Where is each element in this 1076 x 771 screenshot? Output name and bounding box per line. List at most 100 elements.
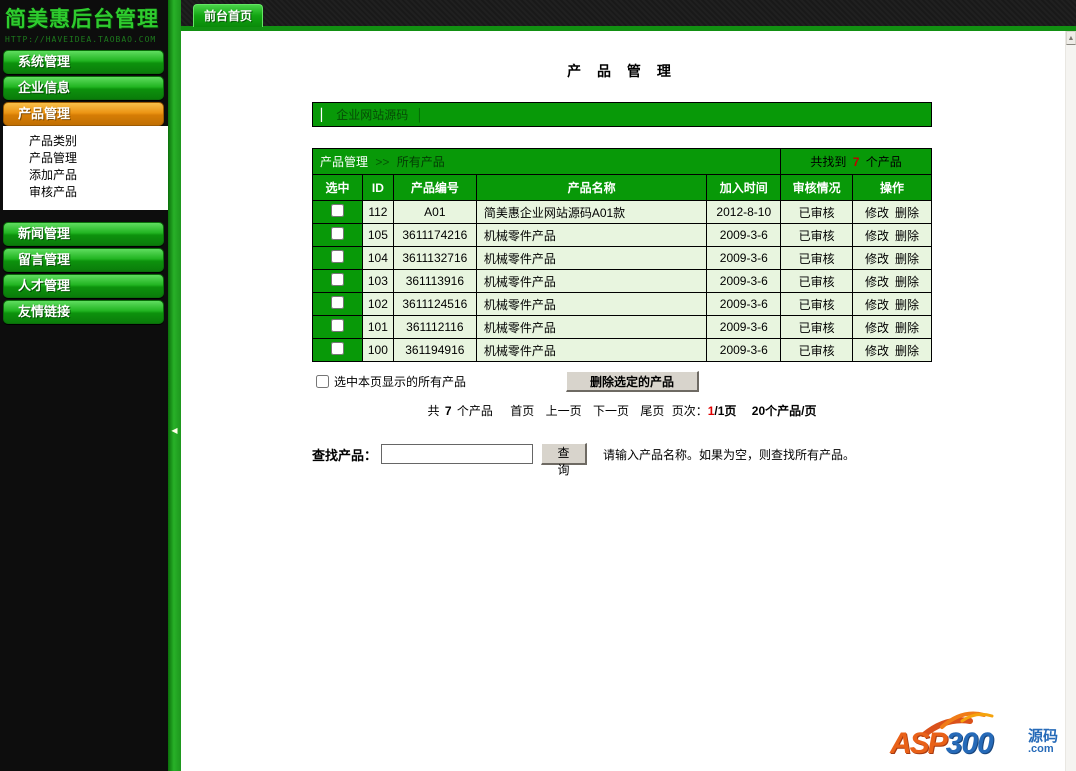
sidebar-item-messages[interactable]: 留言管理 <box>3 248 164 272</box>
row-name: 机械零件产品 <box>475 246 708 270</box>
col-status: 审核情况 <box>780 174 854 201</box>
row-name: 机械零件产品 <box>475 292 708 316</box>
sidebar-item-products[interactable]: 产品管理 <box>3 102 164 126</box>
delete-link[interactable]: 删除 <box>895 275 919 289</box>
total-prefix: 共 <box>427 404 440 418</box>
row-id: 101 <box>361 315 394 339</box>
search-button[interactable]: 查 询 <box>541 443 588 477</box>
table-header-row: 选中 ID 产品编号 产品名称 加入时间 审核情况 操作 <box>312 174 932 201</box>
table-row: 102 3611124516 机械零件产品 2009-3-6 已审核 修改 删除 <box>312 292 932 316</box>
row-checkbox[interactable] <box>330 319 344 332</box>
found-count: 7 <box>852 155 860 169</box>
edit-link[interactable]: 修改 <box>865 275 889 289</box>
select-all-checkbox[interactable] <box>316 375 329 388</box>
row-checkbox[interactable] <box>330 342 344 355</box>
collapse-sidebar-arrow-icon[interactable]: ◀ <box>169 424 180 438</box>
row-name: 简美惠企业网站源码A01款 <box>475 200 708 224</box>
edit-link[interactable]: 修改 <box>865 344 889 358</box>
main-column: 前台首页 产 品 管 理 ▏ 企业网站源码 │ 产品管理 >> 所有产品 共找到… <box>181 0 1076 771</box>
delete-link[interactable]: 删除 <box>895 229 919 243</box>
sidebar-item-news[interactable]: 新闻管理 <box>3 222 164 246</box>
delete-link[interactable]: 删除 <box>895 321 919 335</box>
sidebar-item-company[interactable]: 企业信息 <box>3 76 164 100</box>
row-select-cell <box>312 338 363 362</box>
logo-yuanma: 源码 <box>1027 728 1058 745</box>
edit-link[interactable]: 修改 <box>865 206 889 220</box>
edit-link[interactable]: 修改 <box>865 321 889 335</box>
row-select-cell <box>312 246 363 270</box>
logo-300: 300 <box>945 727 994 760</box>
row-code: 361113916 <box>392 269 477 293</box>
delete-link[interactable]: 删除 <box>895 344 919 358</box>
row-code: A01 <box>392 200 477 224</box>
submenu-item-audit-product[interactable]: 审核产品 <box>3 184 168 201</box>
row-ops-cell: 修改 删除 <box>852 292 932 316</box>
row-checkbox[interactable] <box>330 296 344 309</box>
row-select-cell <box>312 223 363 247</box>
prev-page-link[interactable]: 上一页 <box>546 404 582 418</box>
row-status: 已审核 <box>780 338 854 362</box>
found-prefix: 共找到 <box>810 155 847 169</box>
col-ops: 操作 <box>852 174 932 201</box>
found-suffix: 个产品 <box>865 155 902 169</box>
col-select: 选中 <box>312 174 363 201</box>
total-suffix: 个产品 <box>456 404 493 418</box>
delete-link[interactable]: 删除 <box>895 252 919 266</box>
breadcrumb: 产品管理 >> 所有产品 <box>311 148 782 175</box>
row-id: 104 <box>361 246 394 270</box>
delete-link[interactable]: 删除 <box>895 298 919 312</box>
vertical-scrollbar[interactable]: ▲ <box>1065 31 1076 771</box>
search-input[interactable] <box>381 444 534 464</box>
edit-link[interactable]: 修改 <box>865 298 889 312</box>
row-select-cell <box>312 292 363 316</box>
submenu-item-add-product[interactable]: 添加产品 <box>3 167 168 184</box>
row-date: 2009-3-6 <box>706 246 782 270</box>
page-total: /1页 <box>714 404 737 418</box>
breadcrumb-current[interactable]: 所有产品 <box>397 155 445 169</box>
table-row: 112 A01 简美惠企业网站源码A01款 2012-8-10 已审核 修改 删除 <box>312 200 932 224</box>
category-bar: ▏ 企业网站源码 │ <box>312 102 932 127</box>
row-date: 2009-3-6 <box>706 269 782 293</box>
row-status: 已审核 <box>780 315 854 339</box>
row-checkbox[interactable] <box>330 273 344 286</box>
row-date: 2009-3-6 <box>706 338 782 362</box>
row-status: 已审核 <box>780 200 854 224</box>
row-id: 102 <box>361 292 394 316</box>
scroll-up-arrow-icon[interactable]: ▲ <box>1066 31 1076 45</box>
sidebar-divider-strip: ◀ <box>168 0 181 771</box>
sidebar-item-system[interactable]: 系统管理 <box>3 50 164 74</box>
edit-link[interactable]: 修改 <box>865 229 889 243</box>
logo-asp: ASP <box>890 727 948 760</box>
row-date: 2009-3-6 <box>706 223 782 247</box>
row-checkbox[interactable] <box>330 227 344 240</box>
sidebar-item-talent[interactable]: 人才管理 <box>3 274 164 298</box>
row-checkbox[interactable] <box>330 204 344 217</box>
row-name: 机械零件产品 <box>475 269 708 293</box>
search-hint: 请输入产品名称。如果为空，则查找所有产品。 <box>603 447 856 462</box>
delete-selected-button[interactable]: 删除选定的产品 <box>566 371 700 392</box>
row-checkbox[interactable] <box>330 250 344 263</box>
submenu-item-product-category[interactable]: 产品类别 <box>3 133 168 150</box>
submenu-item-product-manage[interactable]: 产品管理 <box>3 150 168 167</box>
category-left-mark: ▏ <box>321 107 331 122</box>
next-page-link[interactable]: 下一页 <box>593 404 629 418</box>
row-code: 3611124516 <box>392 292 477 316</box>
edit-link[interactable]: 修改 <box>865 252 889 266</box>
topbar: 前台首页 <box>181 0 1076 31</box>
delete-link[interactable]: 删除 <box>895 206 919 220</box>
table-row: 101 361112116 机械零件产品 2009-3-6 已审核 修改 删除 <box>312 315 932 339</box>
page-label: 页次： <box>671 404 708 418</box>
select-all-label[interactable]: 选中本页显示的所有产品 <box>334 373 466 390</box>
sidebar-item-links[interactable]: 友情链接 <box>3 300 164 324</box>
last-page-link[interactable]: 尾页 <box>640 404 664 418</box>
products-submenu: 产品类别 产品管理 添加产品 审核产品 <box>3 126 168 210</box>
asp300-wordmark: ASP300 <box>890 727 994 761</box>
row-code: 3611132716 <box>392 246 477 270</box>
category-link[interactable]: 企业网站源码 <box>336 106 408 123</box>
tab-frontend-home[interactable]: 前台首页 <box>193 4 264 27</box>
col-name: 产品名称 <box>475 174 708 201</box>
page-title: 产 品 管 理 <box>567 63 677 79</box>
row-name: 机械零件产品 <box>475 338 708 362</box>
first-page-link[interactable]: 首页 <box>510 404 534 418</box>
